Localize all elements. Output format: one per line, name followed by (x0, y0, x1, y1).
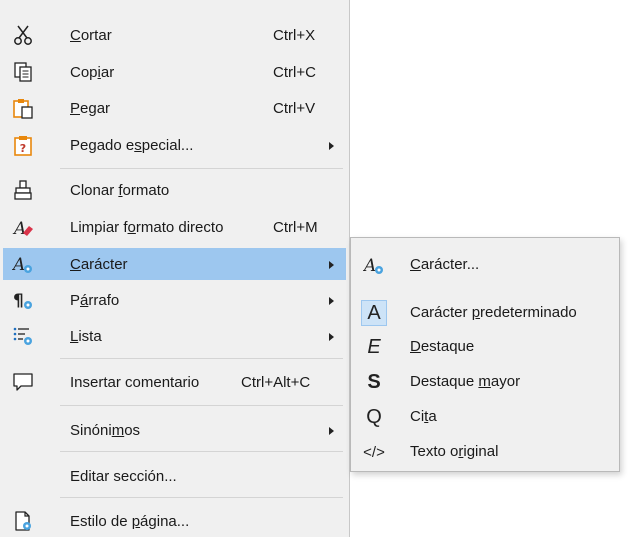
svg-text:¶: ¶ (13, 291, 24, 311)
submenu-item-default-character[interactable]: A Carácter predeterminado (353, 297, 617, 329)
character-style-icon: A (361, 252, 387, 278)
submenu-arrow-icon (329, 297, 334, 305)
clone-format-icon (11, 178, 35, 202)
menu-item-paste-special[interactable]: ? Pegado especial... (3, 129, 346, 161)
separator (60, 358, 343, 359)
submenu-item-strong-emphasis[interactable]: S Destaque mayor (353, 366, 617, 398)
separator (60, 451, 343, 452)
submenu-item-label: Texto original (410, 443, 499, 460)
svg-text:A: A (363, 256, 376, 276)
default-character-icon: A (361, 300, 387, 326)
menu-item-label: Insertar comentario (70, 373, 200, 391)
submenu-arrow-icon (329, 333, 334, 341)
submenu-item-label: Carácter predeterminado (410, 304, 577, 321)
menu-item-label: Editar sección... (70, 467, 177, 485)
quotation-icon: Q (366, 405, 382, 428)
submenu-item-source-text[interactable]: </> Texto original (353, 436, 617, 468)
menu-item-paste[interactable]: Pegar Ctrl+V (3, 92, 346, 124)
menu-item-label: Copiar (70, 63, 115, 81)
svg-text:A: A (12, 255, 25, 275)
menu-item-label: Limpiar formato directo (70, 218, 224, 236)
svg-text:A: A (12, 219, 26, 238)
svg-text:?: ? (20, 142, 26, 155)
emphasis-icon: E (367, 335, 381, 358)
menu-item-clone-format[interactable]: Clonar formato (3, 174, 346, 206)
clear-format-icon: A (11, 215, 35, 239)
menu-item-clear-direct-format[interactable]: A Limpiar formato directo Ctrl+M (3, 211, 346, 243)
paste-icon (11, 96, 35, 120)
menu-item-page-style[interactable]: Estilo de página... (3, 505, 346, 537)
context-menu: Cortar Ctrl+X Copiar Ctrl+C Pegar Ctrl+V (0, 0, 350, 537)
shortcut-label: Ctrl+M (273, 218, 318, 236)
menu-item-list[interactable]: Lista (3, 320, 346, 352)
strong-emphasis-icon: S (367, 370, 381, 393)
menu-item-label: Pegado especial... (70, 136, 194, 154)
scissors-icon (11, 23, 35, 47)
submenu-item-label: Carácter... (410, 256, 480, 273)
menu-item-label: Cortar (70, 26, 112, 44)
submenu-item-character-dialog[interactable]: A Carácter... (353, 249, 617, 281)
shortcut-label: Ctrl+Alt+C (241, 373, 311, 391)
shortcut-label: Ctrl+X (273, 26, 316, 44)
separator (60, 168, 343, 169)
paragraph-style-icon: ¶ (11, 288, 35, 312)
separator (60, 405, 343, 406)
menu-item-copy[interactable]: Copiar Ctrl+C (3, 56, 346, 88)
shortcut-label: Ctrl+V (273, 99, 316, 117)
submenu-item-label: Destaque mayor (410, 373, 521, 390)
page-style-icon (11, 509, 35, 533)
menu-item-label: Pegar (70, 99, 111, 117)
character-style-icon: A (11, 252, 35, 276)
menu-item-paragraph[interactable]: ¶ Párrafo (3, 284, 346, 316)
copy-icon (11, 60, 35, 84)
submenu-item-emphasis[interactable]: E Destaque (353, 331, 617, 363)
menu-item-label: Clonar formato (70, 181, 170, 199)
menu-item-synonyms[interactable]: Sinónimos (3, 414, 346, 446)
shortcut-label: Ctrl+C (273, 63, 316, 81)
submenu-item-label: Cita (410, 408, 437, 425)
menu-item-label: Lista (70, 327, 102, 345)
menu-item-character[interactable]: A Carácter (3, 248, 346, 280)
comment-icon (11, 370, 35, 394)
paste-special-icon: ? (11, 133, 35, 157)
menu-item-cut[interactable]: Cortar Ctrl+X (3, 19, 346, 51)
submenu-item-label: Destaque (410, 338, 475, 355)
character-submenu: A Carácter... A Carácter predeterminado … (350, 237, 620, 472)
list-style-icon (11, 324, 35, 348)
source-text-icon: </> (363, 443, 385, 461)
menu-item-label: Párrafo (70, 291, 120, 309)
separator (60, 497, 343, 498)
menu-item-label: Estilo de página... (70, 512, 190, 530)
menu-item-label: Carácter (70, 255, 128, 273)
menu-item-label: Sinónimos (70, 421, 141, 439)
menu-item-insert-comment[interactable]: Insertar comentario Ctrl+Alt+C (3, 366, 346, 398)
submenu-item-quotation[interactable]: Q Cita (353, 401, 617, 433)
submenu-arrow-icon (329, 261, 334, 269)
submenu-arrow-icon (329, 142, 334, 150)
submenu-arrow-icon (329, 427, 334, 435)
menu-item-edit-section[interactable]: Editar sección... (3, 460, 346, 492)
